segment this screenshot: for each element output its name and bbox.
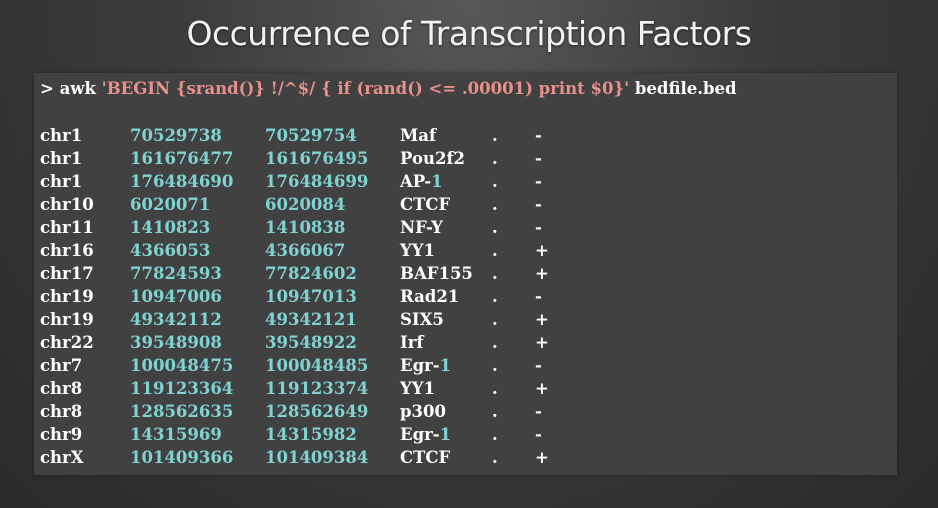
factor-name-cell: CTCF	[400, 448, 451, 467]
factor-name-cell: YY1	[400, 379, 436, 398]
command-line: > awk 'BEGIN {srand()} !/^$/ { if (rand(…	[40, 79, 737, 98]
score-cell: .	[492, 379, 498, 398]
chrom-cell: chrX	[40, 448, 84, 467]
start-cell: 100048475	[130, 356, 234, 375]
chrom-cell: chr1	[40, 149, 83, 168]
strand-cell: +	[535, 333, 549, 352]
start-cell: 176484690	[130, 172, 234, 191]
score-cell: .	[492, 149, 498, 168]
start-cell: 77824593	[130, 264, 222, 283]
factor-name-cell: SIX5	[400, 310, 444, 329]
score-cell: .	[492, 287, 498, 306]
score-cell: .	[492, 241, 498, 260]
chrom-cell: chr7	[40, 356, 83, 375]
score-cell: .	[492, 218, 498, 237]
score-cell: .	[492, 356, 498, 375]
score-cell: .	[492, 195, 498, 214]
start-cell: 70529738	[130, 126, 222, 145]
input-file: bedfile.bed	[634, 79, 737, 98]
start-cell: 1410823	[130, 218, 211, 237]
chrom-cell: chr19	[40, 310, 94, 329]
score-cell: .	[492, 425, 498, 444]
factor-name-cell: Egr-1	[400, 356, 452, 375]
end-cell: 100048485	[265, 356, 369, 375]
start-cell: 128562635	[130, 402, 234, 421]
chrom-cell: chr22	[40, 333, 94, 352]
strand-cell: -	[535, 218, 542, 237]
factor-name-cell: BAF155	[400, 264, 473, 283]
end-cell: 4366067	[265, 241, 346, 260]
start-cell: 49342112	[130, 310, 222, 329]
factor-name-cell: Rad21	[400, 287, 460, 306]
end-cell: 10947013	[265, 287, 357, 306]
factor-name-cell: Pou2f2	[400, 149, 466, 168]
chrom-cell: chr10	[40, 195, 94, 214]
score-cell: .	[492, 310, 498, 329]
end-cell: 77824602	[265, 264, 357, 283]
factor-name-cell: p300	[400, 402, 446, 421]
chrom-cell: chr1	[40, 172, 83, 191]
score-cell: .	[492, 448, 498, 467]
terminal-output: > awk 'BEGIN {srand()} !/^$/ { if (rand(…	[34, 73, 897, 475]
chrom-cell: chr9	[40, 425, 83, 444]
start-cell: 119123364	[130, 379, 234, 398]
strand-cell: -	[535, 126, 542, 145]
chrom-cell: chr17	[40, 264, 94, 283]
chrom-cell: chr19	[40, 287, 94, 306]
score-cell: .	[492, 126, 498, 145]
strand-cell: -	[535, 356, 542, 375]
score-cell: .	[492, 172, 498, 191]
start-cell: 10947006	[130, 287, 222, 306]
strand-cell: -	[535, 195, 542, 214]
start-cell: 101409366	[130, 448, 234, 467]
strand-cell: +	[535, 264, 549, 283]
prompt-symbol: >	[40, 79, 54, 98]
start-cell: 161676477	[130, 149, 234, 168]
strand-cell: -	[535, 287, 542, 306]
strand-cell: -	[535, 172, 542, 191]
factor-name-cell: Irf	[400, 333, 424, 352]
strand-cell: +	[535, 241, 549, 260]
strand-cell: -	[535, 149, 542, 168]
strand-cell: -	[535, 402, 542, 421]
end-cell: 128562649	[265, 402, 369, 421]
end-cell: 14315982	[265, 425, 357, 444]
chrom-cell: chr8	[40, 379, 83, 398]
chrom-cell: chr1	[40, 126, 83, 145]
end-cell: 176484699	[265, 172, 369, 191]
end-cell: 70529754	[265, 126, 357, 145]
chrom-cell: chr16	[40, 241, 94, 260]
awk-script: 'BEGIN {srand()} !/^$/ { if (rand() <= .…	[101, 79, 630, 98]
slide-title: Occurrence of Transcription Factors	[186, 14, 752, 53]
end-cell: 101409384	[265, 448, 369, 467]
chrom-cell: chr8	[40, 402, 83, 421]
score-cell: .	[492, 333, 498, 352]
factor-name-cell: AP-1	[400, 172, 443, 191]
start-cell: 14315969	[130, 425, 222, 444]
factor-name-cell: Maf	[400, 126, 437, 145]
end-cell: 161676495	[265, 149, 369, 168]
chrom-cell: chr11	[40, 218, 94, 237]
end-cell: 119123374	[265, 379, 369, 398]
factor-name-cell: Egr-1	[400, 425, 452, 444]
score-cell: .	[492, 402, 498, 421]
strand-cell: -	[535, 425, 542, 444]
command-program: awk	[59, 79, 96, 98]
strand-cell: +	[535, 379, 549, 398]
strand-cell: +	[535, 448, 549, 467]
start-cell: 39548908	[130, 333, 222, 352]
score-cell: .	[492, 264, 498, 283]
factor-name-cell: YY1	[400, 241, 436, 260]
strand-cell: +	[535, 310, 549, 329]
start-cell: 6020071	[130, 195, 211, 214]
end-cell: 39548922	[265, 333, 357, 352]
end-cell: 6020084	[265, 195, 346, 214]
end-cell: 1410838	[265, 218, 346, 237]
start-cell: 4366053	[130, 241, 211, 260]
factor-name-cell: NF-Y	[400, 218, 443, 237]
end-cell: 49342121	[265, 310, 357, 329]
factor-name-cell: CTCF	[400, 195, 451, 214]
